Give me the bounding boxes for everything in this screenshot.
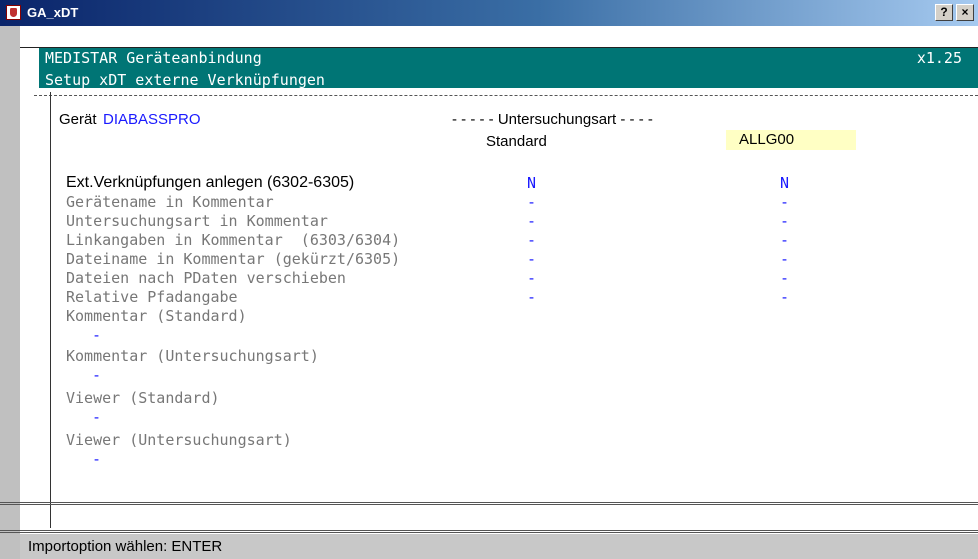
left-margin (0, 26, 20, 559)
app-header: MEDISTAR Geräteanbindung x1.25 (39, 48, 978, 70)
option-type-value[interactable]: - (780, 269, 789, 287)
status-bar: Importoption wählen: ENTER (20, 534, 978, 559)
option-label: Dateiname in Kommentar (gekürzt/6305) (66, 250, 401, 268)
standard-column-header: Standard (486, 133, 547, 150)
option-type-value[interactable]: N (780, 174, 789, 192)
comment-standard-field[interactable]: - (92, 326, 101, 344)
terminal-screen: MEDISTAR Geräteanbindung x1.25 Setup xDT… (20, 26, 978, 534)
option-standard-value[interactable]: N (527, 174, 536, 192)
window-titlebar[interactable]: GA_xDT ? × (0, 0, 978, 26)
comment-type-label: Kommentar (Untersuchungsart) (66, 347, 319, 365)
option-label: Ext.Verknüpfungen anlegen (6302-6305) (66, 174, 355, 191)
app-icon (6, 5, 21, 20)
option-label: Gerätename in Kommentar (66, 193, 274, 211)
comment-standard-label: Kommentar (Standard) (66, 307, 247, 325)
device-name: DIABASSPRO (103, 111, 201, 128)
header-separator (34, 95, 978, 97)
device-label: Gerät (59, 111, 97, 128)
option-label: Linkangaben in Kommentar (6303/6304) (66, 231, 401, 249)
option-standard-value[interactable]: - (527, 269, 536, 287)
option-type-value[interactable]: - (780, 231, 789, 249)
option-standard-value[interactable]: - (527, 193, 536, 211)
option-type-value[interactable]: - (780, 212, 789, 230)
option-standard-value[interactable]: - (527, 231, 536, 249)
app-name: MEDISTAR Geräteanbindung (45, 49, 262, 67)
option-type-value[interactable]: - (780, 193, 789, 211)
viewer-standard-label: Viewer (Standard) (66, 389, 220, 407)
viewer-standard-field[interactable]: - (92, 408, 101, 426)
frame-double-rule-inner (0, 502, 978, 505)
type-group-title: - - - - - Untersuchungsart - - - - (452, 111, 653, 128)
option-standard-value[interactable]: - (527, 250, 536, 268)
selected-type-field[interactable]: ALLG00 (726, 130, 856, 150)
option-standard-value[interactable]: - (527, 212, 536, 230)
app-version: x1.25 (916, 49, 962, 67)
close-button[interactable]: × (956, 4, 974, 21)
option-standard-value[interactable]: - (527, 288, 536, 306)
option-label: Untersuchungsart in Kommentar (66, 212, 328, 230)
window-title: GA_xDT (27, 5, 79, 20)
screen-subtitle: Setup xDT externe Verknüpfungen (45, 71, 325, 89)
option-type-value[interactable]: - (780, 288, 789, 306)
help-button[interactable]: ? (935, 4, 953, 21)
viewer-type-label: Viewer (Untersuchungsart) (66, 431, 292, 449)
option-label: Dateien nach PDaten verschieben (66, 269, 346, 287)
option-label: Relative Pfadangabe (66, 288, 238, 306)
frame-border-left (50, 92, 51, 528)
viewer-type-field[interactable]: - (92, 450, 101, 468)
screen-subtitle-bar: Setup xDT externe Verknüpfungen (39, 70, 978, 89)
comment-type-field[interactable]: - (92, 366, 101, 384)
frame-double-rule-outer (0, 530, 978, 533)
status-text: Importoption wählen: ENTER (28, 538, 223, 555)
option-type-value[interactable]: - (780, 250, 789, 268)
